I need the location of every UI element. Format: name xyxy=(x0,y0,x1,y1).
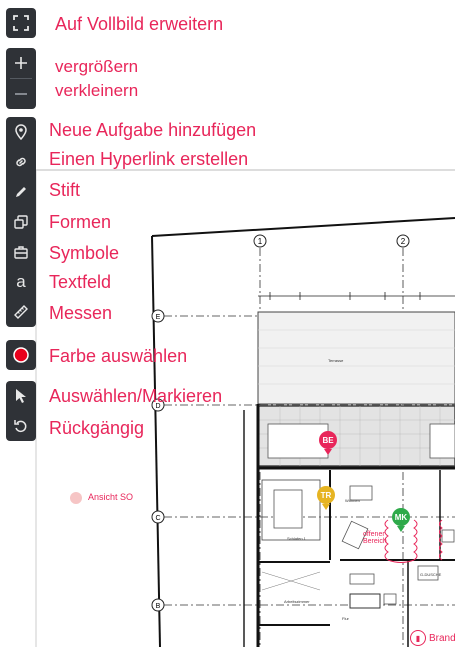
toolbar-tools-group: a xyxy=(6,117,36,327)
marker-mk[interactable]: MK xyxy=(392,508,410,532)
zoom-out-button[interactable] xyxy=(6,79,36,109)
help-zoom-out: verkleinern xyxy=(55,81,139,100)
marker-mk-head: MK xyxy=(392,508,410,526)
help-new-task: Neue Aufgabe hinzufügen xyxy=(49,120,257,140)
help-hyperlink: Einen Hyperlink erstellen xyxy=(49,149,249,169)
shapes-button[interactable] xyxy=(6,207,36,237)
cursor-arrow-icon xyxy=(16,389,26,403)
text-icon: a xyxy=(16,272,26,291)
toolbar-edit-group xyxy=(6,381,36,441)
color-dot-icon xyxy=(13,347,29,363)
minus-icon xyxy=(15,93,27,95)
open-area-label: offener Bereich xyxy=(363,531,387,545)
undo-icon xyxy=(14,420,27,433)
link-icon xyxy=(16,157,26,167)
marker-tr-head: TR xyxy=(317,486,335,504)
brand-marker[interactable]: ▮ Brand xyxy=(410,630,455,646)
shapes-icon xyxy=(14,215,28,229)
pencil-icon xyxy=(16,187,26,197)
axis-label-2: 2 xyxy=(401,237,406,246)
room-label-flur: Flur xyxy=(342,616,350,621)
axis-label-b: B xyxy=(156,603,161,610)
annotation-dot[interactable] xyxy=(70,492,82,504)
annotation-label[interactable]: Ansicht SO xyxy=(88,492,133,502)
fire-extinguisher-icon: ▮ xyxy=(410,630,426,646)
help-textfield: Textfeld xyxy=(49,272,112,292)
symbols-button[interactable] xyxy=(6,237,36,267)
brand-label: Brand xyxy=(429,632,455,644)
expand-icon xyxy=(13,15,29,31)
axis-label-c: C xyxy=(155,515,160,522)
room-label-terrasse: Terrasse xyxy=(328,358,344,363)
help-symbols: Symbole xyxy=(49,243,120,263)
undo-button[interactable] xyxy=(6,411,36,441)
hyperlink-button[interactable] xyxy=(6,147,36,177)
room-label-arbeitszimmer: Arbeitszimmer xyxy=(284,599,310,604)
marker-be-head: BE xyxy=(319,431,337,449)
help-color: Farbe auswählen xyxy=(49,346,188,366)
select-button[interactable] xyxy=(6,381,36,411)
room-label-schlafen: Schlafen 1 xyxy=(287,536,307,541)
room-label-wohnen: Wohnen xyxy=(345,498,360,503)
toolbar-fullscreen-group xyxy=(6,8,36,38)
toolbar-color-group xyxy=(6,340,36,370)
fullscreen-button[interactable] xyxy=(6,8,36,38)
plus-icon xyxy=(15,57,27,69)
new-task-button[interactable] xyxy=(6,117,36,147)
help-measure: Messen xyxy=(49,303,113,323)
measure-button[interactable] xyxy=(6,297,36,327)
color-picker-button[interactable] xyxy=(6,340,36,370)
marker-tr[interactable]: TR xyxy=(317,486,335,510)
help-pen: Stift xyxy=(49,180,81,200)
axis-label-e: E xyxy=(156,314,161,321)
toolbox-icon xyxy=(14,246,28,259)
toolbar-zoom-group xyxy=(6,48,36,109)
help-zoom-in: vergrößern xyxy=(55,57,139,76)
textfield-button[interactable]: a xyxy=(6,267,36,297)
help-fullscreen: Auf Vollbild erweitern xyxy=(55,14,224,34)
pen-button[interactable] xyxy=(6,177,36,207)
help-shapes: Formen xyxy=(49,212,112,232)
map-pin-icon xyxy=(15,124,27,140)
room-label-gdusche: G-DUSCHE xyxy=(420,572,442,577)
marker-be[interactable]: BE xyxy=(319,431,337,455)
help-select: Auswählen/Markieren xyxy=(49,386,223,406)
help-undo: Rückgängig xyxy=(49,418,145,438)
axis-label-1: 1 xyxy=(258,237,263,246)
ruler-icon xyxy=(14,305,28,319)
zoom-in-button[interactable] xyxy=(6,48,36,78)
